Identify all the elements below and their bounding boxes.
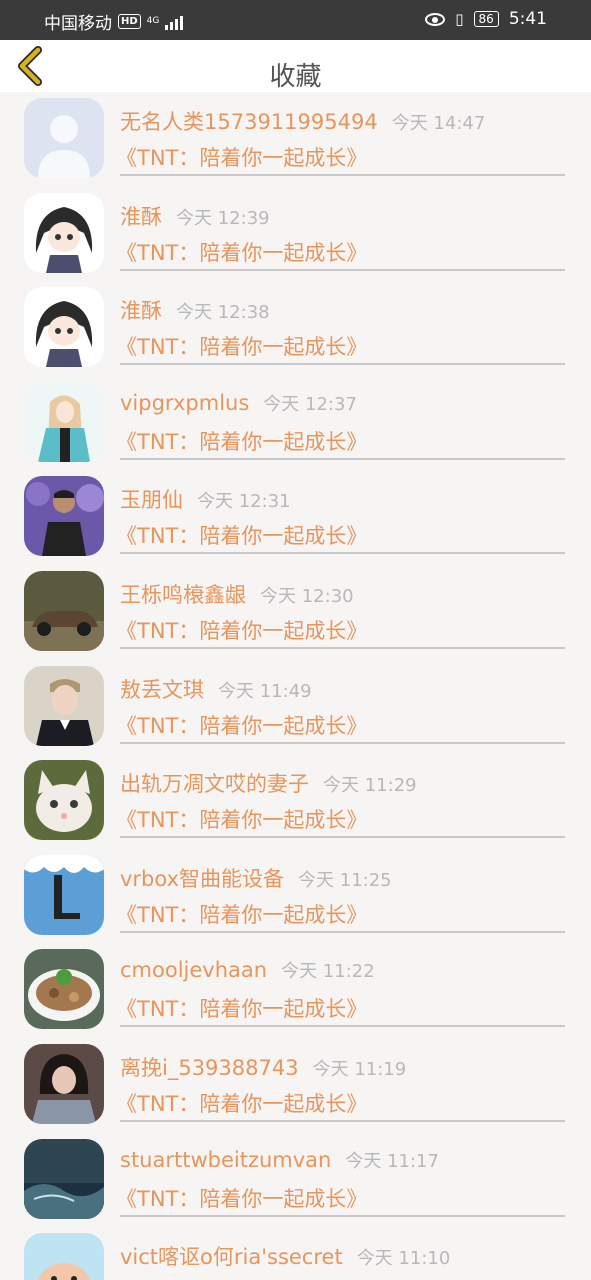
book-title[interactable]: 《TNT：陪着你一起成长》 — [116, 993, 367, 1023]
status-right: ▯ 86 5:41 — [425, 9, 547, 29]
user-name[interactable]: vict喀讴o何ria'ssecret 今天 11:10 — [120, 1241, 450, 1271]
user-name[interactable]: cmooljevhaan 今天 11:22 — [120, 957, 375, 983]
list-item[interactable]: vict喀讴o何ria'ssecret 今天 11:10 — [0, 1227, 591, 1280]
book-title[interactable]: 《TNT：陪着你一起成长》 — [116, 804, 367, 834]
book-title[interactable]: 《TNT：陪着你一起成长》 — [116, 899, 367, 929]
list-item[interactable]: 淮酥 今天 12:39 《TNT：陪着你一起成长》 — [0, 187, 591, 282]
avatar — [24, 854, 104, 935]
book-title[interactable]: 《TNT：陪着你一起成长》 — [116, 615, 367, 645]
status-left: 中国移动 HD 4G — [44, 9, 184, 34]
user-name[interactable]: 出轨万凋文哎的妻子 今天 11:29 — [120, 768, 417, 798]
avatar — [24, 760, 104, 841]
book-title[interactable]: 《TNT：陪着你一起成长》 — [116, 1183, 367, 1213]
timestamp: 今天 11:17 — [345, 1150, 439, 1172]
book-title[interactable]: 《TNT：陪着你一起成长》 — [116, 426, 367, 456]
status-bar: 中国移动 HD 4G ▯ 86 5:41 — [0, 0, 591, 40]
divider — [120, 457, 565, 460]
timestamp: 今天 11:19 — [312, 1058, 407, 1080]
divider — [120, 174, 565, 176]
timestamp: 今天 12:37 — [263, 393, 357, 415]
avatar — [24, 570, 104, 651]
timestamp: 今天 11:49 — [218, 680, 312, 702]
avatar — [24, 476, 104, 557]
list-item[interactable]: 玉朋仙 今天 12:31 《TNT：陪着你一起成长》 — [0, 470, 591, 565]
carrier-label: 中国移动 — [44, 14, 112, 34]
divider — [120, 1214, 565, 1217]
timestamp: 今天 11:25 — [298, 869, 392, 891]
avatar — [24, 381, 104, 462]
timestamp: 今天 12:38 — [176, 302, 270, 324]
avatar — [24, 98, 104, 178]
avatar — [24, 1233, 104, 1280]
list-item[interactable]: 出轨万凋文哎的妻子 今天 11:29 《TNT：陪着你一起成长》 — [0, 754, 591, 849]
user-name[interactable]: 敖丢文琪 今天 11:49 — [120, 674, 312, 704]
timestamp: 今天 12:31 — [197, 491, 291, 513]
user-name[interactable]: 无名人类1573911995494 今天 14:47 — [120, 106, 485, 136]
divider — [120, 930, 565, 933]
list-item[interactable]: 淮酥 今天 12:38 《TNT：陪着你一起成长》 — [0, 281, 591, 376]
avatar — [24, 1138, 104, 1219]
divider — [120, 268, 565, 271]
user-name[interactable]: 玉朋仙 今天 12:31 — [120, 484, 291, 514]
favorites-list: 无名人类1573911995494 今天 14:47 《TNT：陪着你一起成长》 … — [0, 92, 591, 1280]
vibrate-icon: ▯ — [455, 10, 464, 28]
list-item[interactable]: 离挽i_539388743 今天 11:19 《TNT：陪着你一起成长》 — [0, 1038, 591, 1133]
list-item[interactable]: 王栎鸣榱鑫龈 今天 12:30 《TNT：陪着你一起成长》 — [0, 565, 591, 660]
list-item[interactable]: vrbox智曲能设备 今天 11:25 《TNT：陪着你一起成长》 — [0, 849, 591, 944]
divider — [120, 552, 565, 555]
timestamp: 今天 11:10 — [356, 1248, 451, 1270]
list-item[interactable]: cmooljevhaan 今天 11:22 《TNT：陪着你一起成长》 — [0, 943, 591, 1038]
timestamp: 今天 11:22 — [281, 961, 375, 983]
avatar — [24, 287, 104, 368]
divider — [120, 646, 565, 649]
list-item[interactable]: stuarttwbeitzumvan 今天 11:17 《TNT：陪着你一起成长》 — [0, 1133, 591, 1228]
book-title[interactable]: 《TNT：陪着你一起成长》 — [116, 520, 367, 550]
clock: 5:41 — [508, 9, 547, 29]
user-name[interactable]: stuarttwbeitzumvan 今天 11:17 — [120, 1147, 439, 1173]
divider — [120, 1119, 565, 1122]
avatar — [24, 665, 104, 746]
nav-header: 收藏 — [0, 40, 591, 92]
divider — [120, 1025, 565, 1028]
signal-icon — [165, 14, 184, 30]
book-title[interactable]: 《TNT：陪着你一起成长》 — [116, 1088, 367, 1118]
page-title: 收藏 — [269, 62, 322, 92]
book-title[interactable]: 《TNT：陪着你一起成长》 — [116, 710, 367, 740]
list-item[interactable]: 敖丢文琪 今天 11:49 《TNT：陪着你一起成长》 — [0, 660, 591, 755]
divider — [120, 363, 565, 366]
book-title[interactable]: 《TNT：陪着你一起成长》 — [116, 142, 367, 172]
timestamp: 今天 12:30 — [260, 585, 354, 607]
eye-comfort-icon — [425, 12, 446, 26]
network-type: 4G — [146, 16, 160, 26]
timestamp: 今天 11:29 — [323, 775, 417, 797]
user-name[interactable]: 王栎鸣榱鑫龈 今天 12:30 — [120, 579, 354, 609]
avatar — [24, 192, 104, 273]
user-name[interactable]: 离挽i_539388743 今天 11:19 — [120, 1052, 406, 1082]
user-name[interactable]: vrbox智曲能设备 今天 11:25 — [120, 863, 392, 893]
list-item[interactable]: vipgrxpmlus 今天 12:37 《TNT：陪着你一起成长》 — [0, 376, 591, 471]
avatar — [24, 1043, 104, 1124]
timestamp: 今天 14:47 — [391, 113, 486, 134]
divider — [120, 836, 565, 839]
timestamp: 今天 12:39 — [176, 207, 270, 229]
book-title[interactable]: 《TNT：陪着你一起成长》 — [116, 331, 367, 361]
avatar — [24, 949, 104, 1030]
user-name[interactable]: 淮酥 今天 12:38 — [120, 295, 270, 325]
battery-icon: 86 — [473, 11, 499, 27]
book-title[interactable]: 《TNT：陪着你一起成长》 — [116, 237, 367, 267]
divider — [120, 741, 565, 744]
hd-badge: HD — [118, 14, 141, 29]
user-name[interactable]: vipgrxpmlus 今天 12:37 — [120, 390, 357, 416]
user-name[interactable]: 淮酥 今天 12:39 — [120, 201, 270, 231]
list-item[interactable]: 无名人类1573911995494 今天 14:47 《TNT：陪着你一起成长》 — [0, 92, 591, 187]
